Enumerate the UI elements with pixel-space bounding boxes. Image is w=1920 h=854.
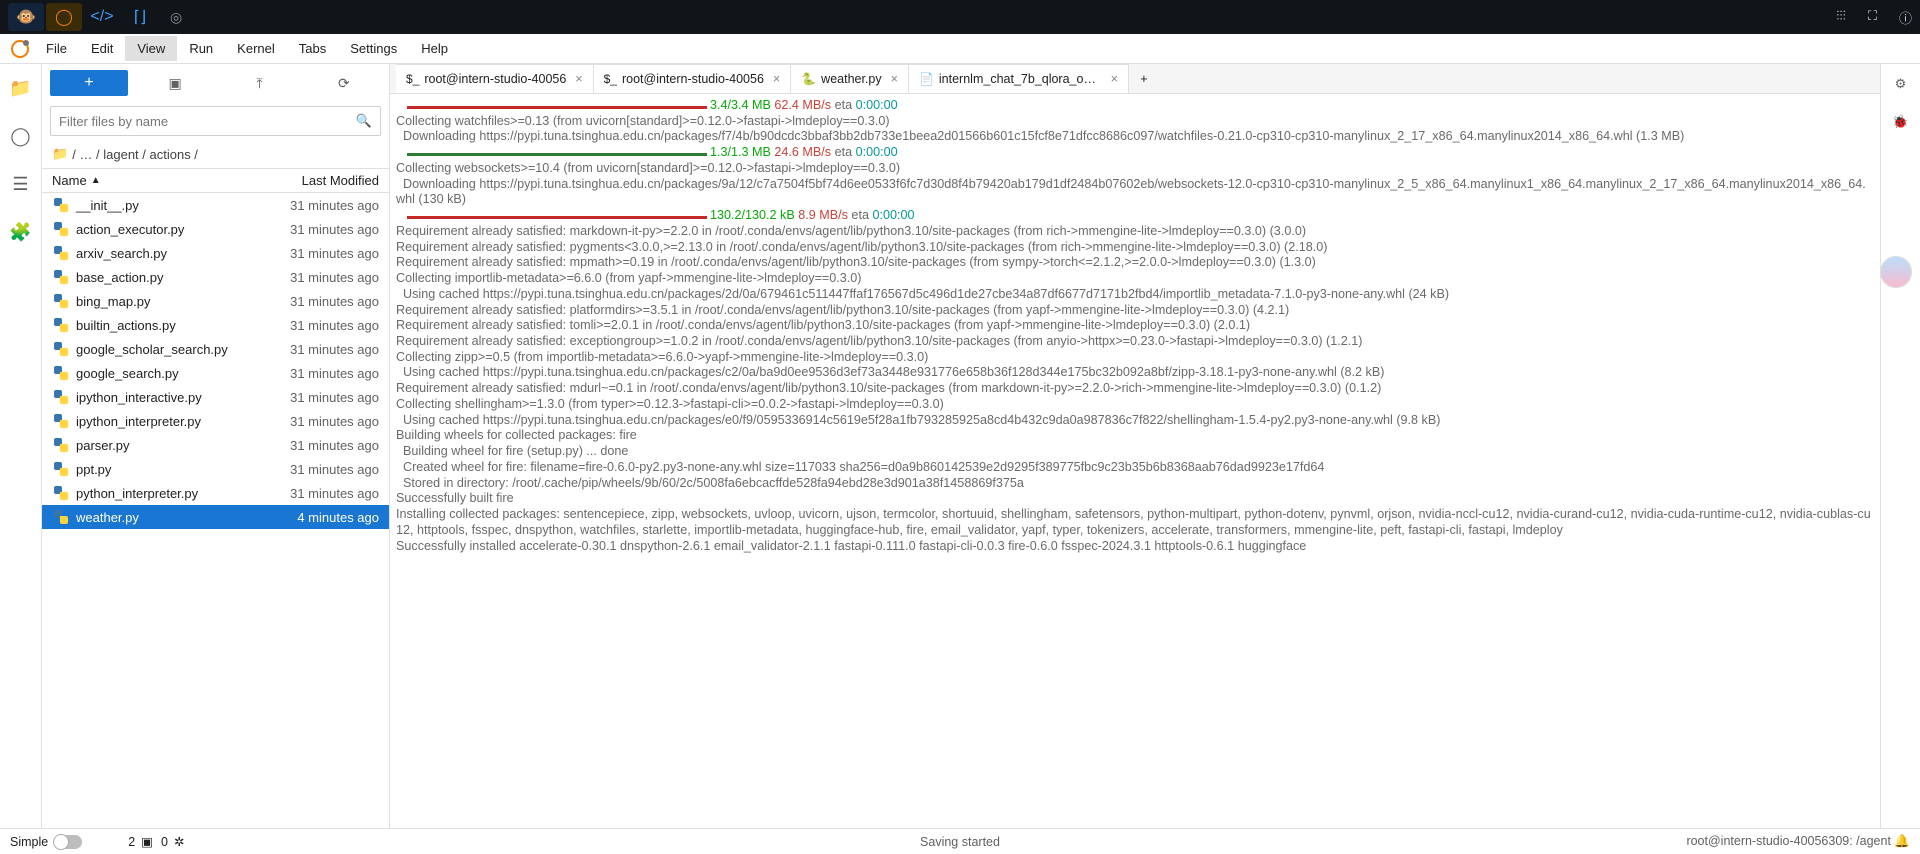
- menu-edit[interactable]: Edit: [79, 36, 125, 61]
- extensions-icon[interactable]: 🧩: [9, 220, 33, 244]
- left-rail: 📁 ◯ ☰ 🧩: [0, 64, 42, 828]
- mode-toggle[interactable]: [54, 835, 82, 849]
- right-rail: ⚙ 🐞: [1880, 64, 1920, 828]
- doc-icon: 📄: [919, 72, 934, 86]
- menu-run[interactable]: Run: [177, 36, 225, 61]
- python-file-icon: [52, 316, 70, 334]
- file-list: __init__.py31 minutes agoaction_executor…: [42, 193, 389, 828]
- refresh-button[interactable]: ⟳: [307, 75, 381, 92]
- file-row[interactable]: google_search.py31 minutes ago: [42, 361, 389, 385]
- python-file-icon: [52, 196, 70, 214]
- add-tab-button[interactable]: +: [1129, 64, 1159, 93]
- tabbar: $_root@intern-studio-40056×$_root@intern…: [390, 64, 1880, 94]
- file-row[interactable]: bing_map.py31 minutes ago: [42, 289, 389, 313]
- terminal-status-icon[interactable]: ▣: [141, 834, 153, 849]
- python-file-icon: [52, 460, 70, 478]
- close-icon[interactable]: ×: [575, 72, 582, 86]
- file-row[interactable]: action_executor.py31 minutes ago: [42, 217, 389, 241]
- kernel-status-icon[interactable]: ✲: [174, 834, 184, 849]
- file-row[interactable]: builtin_actions.py31 minutes ago: [42, 313, 389, 337]
- menu-file[interactable]: File: [34, 36, 79, 61]
- status-center: Saving started: [920, 835, 1000, 849]
- topbar: 🐵 ◯ </> ⌈⌋ ◎ ⫶⫶⫶ ⛶ ⓘ: [0, 0, 1920, 34]
- running-icon[interactable]: ◯: [9, 124, 33, 148]
- status-mode[interactable]: Simple: [10, 835, 48, 849]
- terminal-icon: $_: [406, 72, 419, 86]
- col-modified[interactable]: Last Modified: [249, 169, 389, 192]
- tensorboard-icon[interactable]: ⫶⫶⫶: [1836, 8, 1846, 27]
- menubar: FileEditViewRunKernelTabsSettingsHelp: [0, 34, 1920, 64]
- python-icon: 🐍: [801, 72, 816, 86]
- statusbar: Simple 2 ▣ 0 ✲ Saving started root@inter…: [0, 828, 1920, 854]
- folder-icon[interactable]: 📁: [9, 76, 33, 100]
- app-icon-jupyter[interactable]: ◯: [46, 3, 82, 31]
- close-icon[interactable]: ×: [891, 72, 898, 86]
- python-file-icon: [52, 436, 70, 454]
- python-file-icon: [52, 340, 70, 358]
- file-browser: + ▣ ⤒ ⟳ 🔍 📁 / … / lagent / actions / Nam…: [42, 64, 390, 828]
- status-right: root@intern-studio-40056309: /agent: [1686, 834, 1891, 848]
- python-file-icon: [52, 292, 70, 310]
- app-icon-code[interactable]: </>: [84, 3, 120, 31]
- python-file-icon: [52, 484, 70, 502]
- python-file-icon: [52, 412, 70, 430]
- python-file-icon: [52, 244, 70, 262]
- python-file-icon: [52, 508, 70, 526]
- col-name[interactable]: Name ▲: [42, 169, 249, 192]
- status-zero: 0: [161, 835, 168, 849]
- terminal-output[interactable]: 3.4/3.4 MB 62.4 MB/s eta 0:00:00Collecti…: [390, 94, 1880, 828]
- toc-icon[interactable]: ☰: [9, 172, 33, 196]
- tab[interactable]: $_root@intern-studio-40056×: [594, 64, 792, 93]
- menu-kernel[interactable]: Kernel: [225, 36, 287, 61]
- python-file-icon: [52, 388, 70, 406]
- close-icon[interactable]: ×: [773, 72, 780, 86]
- app-icon-vscode[interactable]: ⌈⌋: [122, 3, 158, 31]
- menu-view[interactable]: View: [125, 36, 177, 61]
- file-row[interactable]: base_action.py31 minutes ago: [42, 265, 389, 289]
- tab[interactable]: 🐍weather.py×: [791, 64, 909, 93]
- compass-icon[interactable]: ◎: [170, 9, 182, 26]
- file-row[interactable]: __init__.py31 minutes ago: [42, 193, 389, 217]
- python-file-icon: [52, 268, 70, 286]
- new-folder-button[interactable]: ▣: [138, 75, 212, 92]
- monitor-icon[interactable]: ⛶: [1868, 8, 1877, 27]
- terminal-icon: $_: [604, 72, 617, 86]
- menu-tabs[interactable]: Tabs: [287, 36, 338, 61]
- file-row[interactable]: google_scholar_search.py31 minutes ago: [42, 337, 389, 361]
- file-row[interactable]: parser.py31 minutes ago: [42, 433, 389, 457]
- jupyter-logo: [6, 35, 34, 63]
- tab[interactable]: 📄internlm_chat_7b_qlora_oa…×: [909, 64, 1129, 93]
- file-row[interactable]: ipython_interpreter.py31 minutes ago: [42, 409, 389, 433]
- menu-help[interactable]: Help: [409, 36, 460, 61]
- file-row[interactable]: weather.py4 minutes ago: [42, 505, 389, 529]
- python-file-icon: [52, 220, 70, 238]
- search-input-wrapper: 🔍: [50, 106, 381, 136]
- info-icon[interactable]: ⓘ: [1899, 8, 1912, 27]
- python-file-icon: [52, 364, 70, 382]
- file-row[interactable]: ipython_interactive.py31 minutes ago: [42, 385, 389, 409]
- file-row[interactable]: arxiv_search.py31 minutes ago: [42, 241, 389, 265]
- new-launcher-button[interactable]: +: [50, 70, 128, 96]
- app-icon-1[interactable]: 🐵: [8, 3, 44, 31]
- breadcrumb[interactable]: 📁 / … / lagent / actions /: [42, 140, 389, 168]
- close-icon[interactable]: ×: [1111, 72, 1118, 86]
- settings-icon[interactable]: ⚙: [1895, 76, 1907, 92]
- status-count: 2: [128, 835, 135, 849]
- file-row[interactable]: ppt.py31 minutes ago: [42, 457, 389, 481]
- bell-icon[interactable]: 🔔: [1894, 834, 1910, 848]
- file-row[interactable]: python_interpreter.py31 minutes ago: [42, 481, 389, 505]
- tab[interactable]: $_root@intern-studio-40056×: [396, 64, 594, 93]
- search-input[interactable]: [59, 114, 356, 129]
- search-icon: 🔍: [356, 113, 372, 129]
- debug-icon[interactable]: 🐞: [1892, 114, 1908, 130]
- user-avatar[interactable]: [1880, 256, 1912, 288]
- upload-button[interactable]: ⤒: [222, 75, 296, 92]
- menu-settings[interactable]: Settings: [338, 36, 409, 61]
